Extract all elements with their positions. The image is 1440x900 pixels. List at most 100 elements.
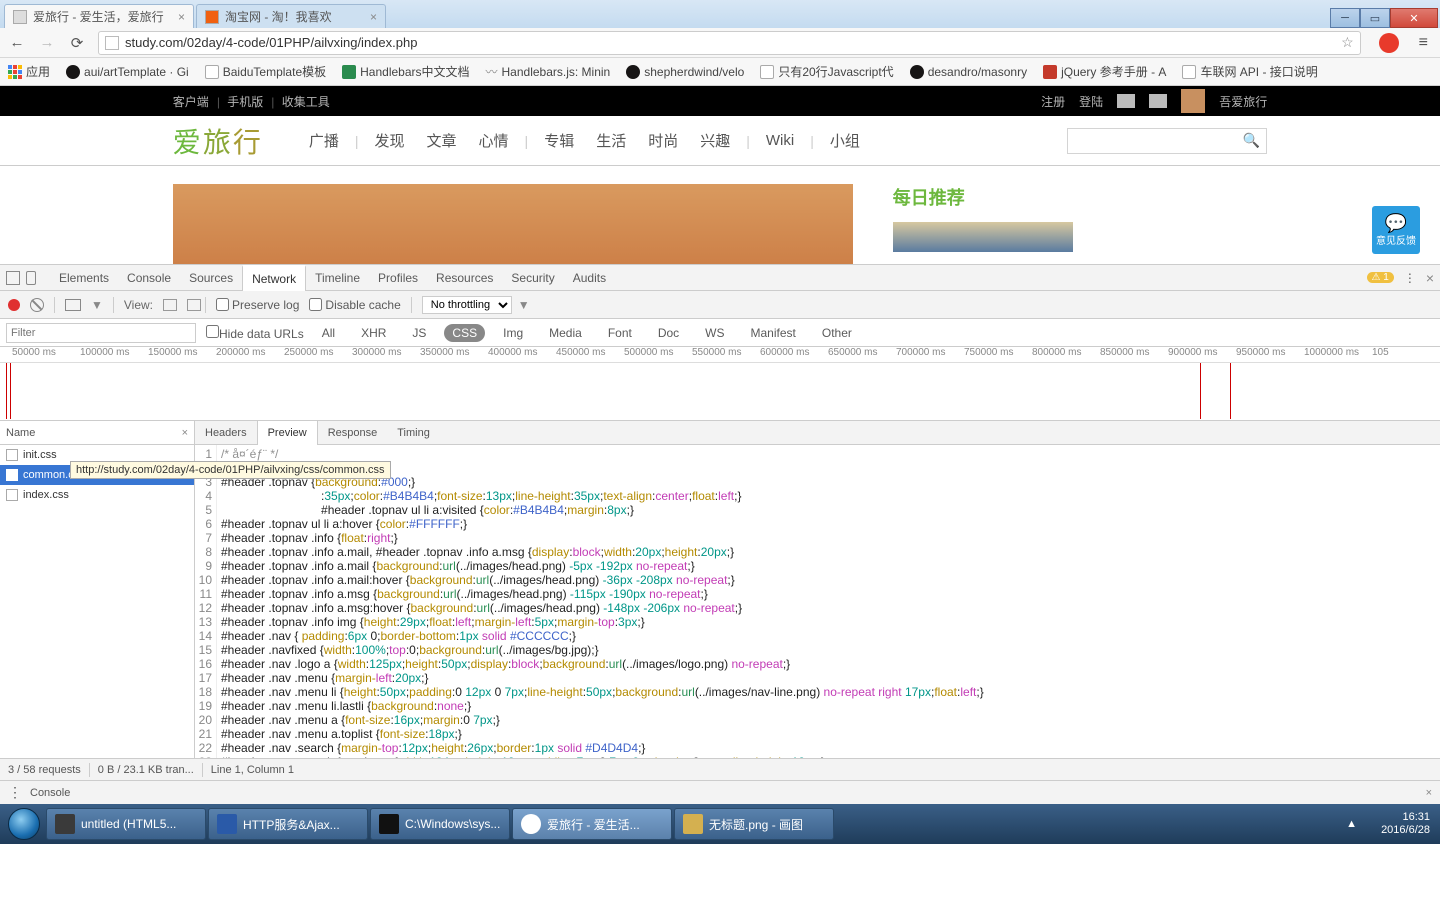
reco-image[interactable] xyxy=(893,222,1073,252)
menu-item[interactable]: 时尚 xyxy=(648,130,678,151)
tab-timeline[interactable]: Timeline xyxy=(306,265,369,291)
topnav-link[interactable]: 收集工具 xyxy=(282,95,330,109)
bookmark-item[interactable]: aui/artTemplate · Gi xyxy=(66,65,189,79)
code-preview[interactable]: 123456789101112131415161718192021222324 … xyxy=(195,445,1440,758)
console-label[interactable]: Console xyxy=(30,787,70,799)
menu-item[interactable]: 小组 xyxy=(830,130,860,151)
login-link[interactable]: 登陆 xyxy=(1079,93,1103,110)
tab-timing[interactable]: Timing xyxy=(387,421,440,445)
filter-font[interactable]: Font xyxy=(600,324,640,342)
devtools-close-icon[interactable]: × xyxy=(1426,270,1434,286)
close-pane-icon[interactable]: × xyxy=(182,427,188,439)
menu-item[interactable]: Wiki xyxy=(766,132,794,149)
avatar[interactable] xyxy=(1181,89,1205,113)
drawer-menu-icon[interactable]: ⋮ xyxy=(8,784,22,801)
tab-headers[interactable]: Headers xyxy=(195,421,257,445)
bookmark-item[interactable]: desandro/masonry xyxy=(910,65,1027,79)
system-tray[interactable]: ▲ 16:31 2016/6/28 xyxy=(1346,811,1436,837)
network-timeline[interactable]: 50000 ms100000 ms150000 ms200000 ms25000… xyxy=(0,347,1440,421)
tab-close-icon[interactable]: × xyxy=(370,10,377,24)
maximize-button[interactable]: ▭ xyxy=(1360,8,1390,28)
dock-icon[interactable] xyxy=(6,271,20,285)
address-bar[interactable]: study.com/02day/4-code/01PHP/ailvxing/in… xyxy=(98,31,1361,55)
bookmark-item[interactable]: Handlebars中文文档 xyxy=(342,63,469,80)
topnav-link[interactable]: 手机版 xyxy=(227,95,263,109)
disable-cache-checkbox[interactable]: Disable cache xyxy=(309,298,400,312)
drawer-close-icon[interactable]: × xyxy=(1426,787,1432,799)
feedback-button[interactable]: 💬 意见反馈 xyxy=(1372,206,1420,254)
search-box[interactable]: 🔍 xyxy=(1067,128,1267,154)
logo[interactable]: 爱旅行 xyxy=(173,121,263,161)
view-small-icon[interactable] xyxy=(187,299,201,311)
tab-profiles[interactable]: Profiles xyxy=(369,265,427,291)
tab-security[interactable]: Security xyxy=(502,265,563,291)
menu-item[interactable]: 发现 xyxy=(375,130,405,151)
forward-icon[interactable]: → xyxy=(38,34,56,52)
bookmark-item[interactable]: 〰Handlebars.js: Minin xyxy=(486,63,611,80)
filter-all[interactable]: All xyxy=(314,324,343,342)
record-icon[interactable] xyxy=(8,299,20,311)
tab-resources[interactable]: Resources xyxy=(427,265,502,291)
tab-preview[interactable]: Preview xyxy=(257,421,318,445)
mail-icon[interactable] xyxy=(1117,94,1135,108)
bookmark-item[interactable]: shepherdwind/velo xyxy=(626,65,744,79)
more-icon[interactable]: ⋮ xyxy=(1404,271,1416,285)
back-icon[interactable]: ← xyxy=(8,34,26,52)
tab-close-icon[interactable]: × xyxy=(178,10,185,24)
screenshot-icon[interactable] xyxy=(65,299,81,311)
tab-console[interactable]: Console xyxy=(118,265,180,291)
start-button[interactable] xyxy=(4,804,44,844)
menu-item[interactable]: 生活 xyxy=(596,130,626,151)
tab-sources[interactable]: Sources xyxy=(180,265,242,291)
clock[interactable]: 16:31 2016/6/28 xyxy=(1381,811,1430,837)
tray-up-icon[interactable]: ▲ xyxy=(1346,818,1357,830)
taskbar-item[interactable]: 无标题.png - 画图 xyxy=(674,808,834,840)
browser-tab-inactive[interactable]: 淘宝网 - 淘！我喜欢 × xyxy=(196,4,386,28)
taskbar-item[interactable]: untitled (HTML5... xyxy=(46,808,206,840)
filter-input[interactable] xyxy=(6,323,196,343)
filter-doc[interactable]: Doc xyxy=(650,324,687,342)
filter-img[interactable]: Img xyxy=(495,324,531,342)
taskbar-item[interactable]: HTTP服务&Ajax... xyxy=(208,808,368,840)
filter-js[interactable]: JS xyxy=(404,324,434,342)
request-row[interactable]: index.css xyxy=(0,485,194,505)
dropdown-icon[interactable]: ▼ xyxy=(518,298,530,312)
tab-network[interactable]: Network xyxy=(242,265,306,291)
filter-ws[interactable]: WS xyxy=(697,324,732,342)
clear-icon[interactable] xyxy=(30,298,44,312)
tab-response[interactable]: Response xyxy=(318,421,388,445)
taskbar-item[interactable]: C:\Windows\sys... xyxy=(370,808,510,840)
search-icon[interactable]: 🔍 xyxy=(1243,132,1260,149)
filter-manifest[interactable]: Manifest xyxy=(743,324,804,342)
tab-audits[interactable]: Audits xyxy=(564,265,615,291)
taskbar-item-active[interactable]: 爱旅行 - 爱生活... xyxy=(512,808,672,840)
browser-tab-active[interactable]: 爱旅行 - 爱生活，爱旅行 × xyxy=(4,4,194,28)
filter-media[interactable]: Media xyxy=(541,324,590,342)
menu-item[interactable]: 兴趣 xyxy=(700,130,730,151)
register-link[interactable]: 注册 xyxy=(1041,93,1065,110)
tray-icon[interactable] xyxy=(1361,816,1377,832)
bookmark-item[interactable]: 车联网 API - 接口说明 xyxy=(1182,63,1317,80)
star-icon[interactable]: ☆ xyxy=(1341,34,1354,51)
view-large-icon[interactable] xyxy=(163,299,177,311)
topnav-link[interactable]: 客户端 xyxy=(173,95,209,109)
bookmark-item[interactable]: BaiduTemplate模板 xyxy=(205,63,326,80)
minimize-button[interactable]: ─ xyxy=(1330,8,1360,28)
tab-elements[interactable]: Elements xyxy=(50,265,118,291)
close-window-button[interactable]: ✕ xyxy=(1390,8,1438,28)
menu-item[interactable]: 广播 xyxy=(309,130,339,151)
opera-icon[interactable] xyxy=(1379,33,1399,53)
filter-css[interactable]: CSS xyxy=(444,324,485,342)
preserve-log-checkbox[interactable]: Preserve log xyxy=(216,298,299,312)
device-icon[interactable] xyxy=(26,271,36,285)
reload-icon[interactable]: ⟳ xyxy=(68,34,86,52)
menu-item[interactable]: 心情 xyxy=(479,130,509,151)
warning-badge[interactable]: ⚠ 1 xyxy=(1367,272,1394,283)
apps-button[interactable]: 应用 xyxy=(8,63,50,80)
filter-icon[interactable]: ▼ xyxy=(91,298,103,312)
hide-data-checkbox[interactable]: Hide data URLs xyxy=(206,325,304,341)
bookmark-item[interactable]: jQuery 参考手册 - A xyxy=(1043,63,1166,80)
menu-item[interactable]: 文章 xyxy=(427,130,457,151)
bookmark-item[interactable]: 只有20行Javascript代 xyxy=(760,63,893,80)
throttle-select[interactable]: No throttling xyxy=(422,296,512,314)
